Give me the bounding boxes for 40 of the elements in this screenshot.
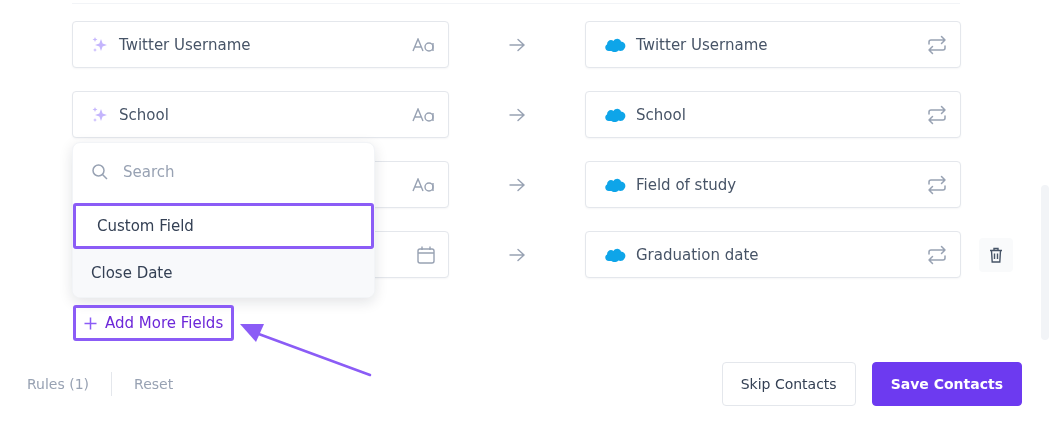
skip-button[interactable]: Skip Contacts <box>721 362 856 406</box>
swap-icon[interactable] <box>926 33 948 56</box>
swap-icon[interactable] <box>926 103 948 126</box>
cloud-icon <box>604 246 626 263</box>
arrow-right-icon <box>508 247 526 262</box>
sparkle-icon <box>91 105 109 124</box>
field-label: Twitter Username <box>636 35 768 54</box>
cloud-icon <box>604 176 626 193</box>
target-field[interactable]: Graduation date <box>585 231 961 278</box>
swap-icon[interactable] <box>926 243 948 266</box>
swap-icon[interactable] <box>926 173 948 196</box>
save-button[interactable]: Save Contacts <box>871 362 1022 406</box>
field-label: School <box>636 105 686 124</box>
field-label: Twitter Username <box>119 35 251 54</box>
field-label: School <box>119 105 169 124</box>
trash-icon <box>987 245 1005 264</box>
dropdown-option[interactable]: Custom Field <box>73 203 374 249</box>
text-type-icon <box>412 107 436 122</box>
text-type-icon <box>412 177 436 192</box>
calendar-icon <box>416 244 436 265</box>
target-field[interactable]: Field of study <box>585 161 961 208</box>
arrow-right-icon <box>508 177 526 192</box>
field-label: Field of study <box>636 175 737 194</box>
field-label: Graduation date <box>636 245 759 264</box>
source-field[interactable]: School <box>72 91 449 138</box>
delete-button[interactable] <box>979 237 1013 272</box>
source-field[interactable]: Twitter Username <box>72 21 449 68</box>
dropdown-option[interactable]: Close Date <box>73 249 374 297</box>
cloud-icon <box>604 106 626 123</box>
cloud-icon <box>604 36 626 53</box>
target-field[interactable]: Twitter Username <box>585 21 961 68</box>
search-field[interactable]: Search <box>121 162 325 182</box>
search-icon <box>91 163 109 181</box>
text-type-icon <box>412 37 436 52</box>
arrow-right-icon <box>508 37 526 52</box>
plus-icon <box>84 316 97 330</box>
target-field[interactable]: School <box>585 91 961 138</box>
add-fields-button[interactable]: Add More Fields <box>73 305 235 341</box>
arrow-right-icon <box>508 107 526 122</box>
sparkle-icon <box>91 35 109 54</box>
